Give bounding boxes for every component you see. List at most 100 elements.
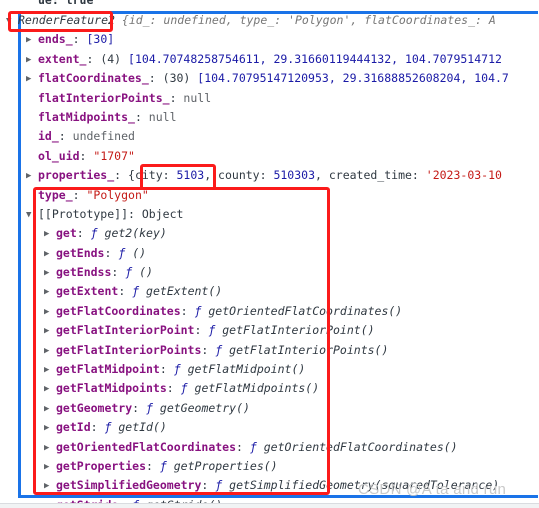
property-separator: :	[90, 420, 105, 435]
disclosure-triangle-icon[interactable]: ▶	[26, 31, 37, 49]
property-value: null	[148, 109, 177, 124]
disclosure-triangle-icon[interactable]: ▶	[44, 361, 55, 379]
disclosure-triangle-placeholder-icon: ▸	[26, 109, 37, 127]
tree-row-ol-uid[interactable]: ▸ol_uid: "1707"	[0, 147, 539, 166]
property-value: [104.70748258754611, 29.31660119444132, …	[128, 51, 502, 66]
method-signature: getFlatInteriorPoints()	[229, 342, 389, 357]
disclosure-triangle-icon[interactable]: ▶	[44, 245, 55, 263]
property-separator: :	[201, 342, 216, 357]
property-value: "Polygon"	[86, 187, 149, 202]
method-name: getId	[56, 420, 91, 435]
disclosure-triangle-icon[interactable]: ▶	[26, 167, 37, 185]
disclosure-triangle-icon[interactable]: ▶	[44, 458, 55, 476]
property-separator: :	[132, 400, 147, 415]
property-name: flatCoordinates_	[38, 71, 149, 86]
root-constructor-name: RenderFeature2	[18, 13, 115, 27]
function-keyword-icon: ƒ	[173, 362, 181, 377]
prototype-value: Object	[141, 206, 184, 221]
disclosure-triangle-icon[interactable]: ▶	[26, 51, 37, 69]
tree-row-type[interactable]: ▸type_: "Polygon"	[0, 186, 539, 205]
devtools-console-object-inspector[interactable]: ue: true ▼ RenderFeature2 {id_: undefined…	[0, 0, 539, 508]
tree-row-method-getflatcoordinates[interactable]: ▶ getFlatCoordinates: ƒ getOrientedFlatCo…	[0, 302, 539, 321]
tree-row-method-getflatinteriorpoint[interactable]: ▶ getFlatInteriorPoint: ƒ getFlatInterior…	[0, 321, 539, 340]
disclosure-triangle-icon[interactable]: ▶	[26, 70, 37, 88]
property-value: undefined	[72, 129, 135, 144]
disclosure-triangle-placeholder-icon: ▸	[26, 90, 37, 108]
disclosure-triangle-icon[interactable]: ▶	[44, 283, 55, 301]
disclosure-triangle-placeholder-icon: ▸	[26, 128, 37, 146]
method-signature: ()	[132, 245, 147, 260]
property-separator: :	[76, 226, 91, 241]
disclosure-triangle-icon[interactable]: ▶	[44, 303, 55, 321]
disclosure-triangle-expanded-icon[interactable]: ▼	[6, 12, 17, 30]
tree-row-id[interactable]: ▸id_: undefined	[0, 127, 539, 146]
property-separator: :	[236, 439, 250, 454]
property-name: id_	[38, 129, 59, 144]
tree-row-method-getflatmidpoints[interactable]: ▶ getFlatMidpoints: ƒ getFlatMidpoints()	[0, 379, 539, 398]
property-name: extent_	[38, 51, 87, 66]
property-name: flatInteriorPoints_	[38, 90, 170, 105]
property-value: [104.70795147120953, 29.31688852608204, …	[197, 71, 509, 86]
property-value: "1707"	[93, 148, 135, 163]
disclosure-triangle-icon[interactable]: ▶	[44, 400, 55, 418]
tree-row-method-getends[interactable]: ▶ getEnds: ƒ ()	[0, 244, 539, 263]
method-name: getGeometry	[56, 400, 133, 415]
tree-row-extent[interactable]: ▶ extent_: (4) [104.70748258754611, 29.31…	[0, 50, 539, 69]
disclosure-triangle-icon[interactable]: ▶	[44, 419, 55, 437]
method-signature: getProperties()	[173, 458, 278, 473]
tree-row-flatinteriorpoints[interactable]: ▸flatInteriorPoints_: null	[0, 89, 539, 108]
method-signature: getGeometry()	[159, 400, 250, 415]
property-separator: :	[86, 51, 101, 66]
method-signature: getOrientedFlatCoordinates()	[208, 303, 403, 318]
tree-row-method-getsimplifiedgeometry[interactable]: ▶ getSimplifiedGeometry: ƒ getSimplifiedG…	[0, 476, 539, 495]
method-signature: getExtent()	[146, 284, 223, 299]
disclosure-triangle-icon[interactable]: ▶	[44, 264, 55, 282]
property-separator: :	[79, 148, 94, 163]
method-signature: getOrientedFlatCoordinates()	[263, 439, 458, 454]
tree-row-flatmidpoints[interactable]: ▸flatMidpoints_: null	[0, 108, 539, 127]
property-name: flatMidpoints_	[38, 109, 135, 124]
tree-row-method-getextent[interactable]: ▶ getExtent: ƒ getExtent()	[0, 282, 539, 301]
tree-row-method-get[interactable]: ▶ get: ƒ get2(key)	[0, 224, 539, 243]
disclosure-triangle-icon[interactable]: ▶	[44, 322, 55, 340]
method-name: get	[56, 226, 77, 241]
method-name: getEnds	[56, 245, 105, 260]
tree-row-method-getgeometry[interactable]: ▶ getGeometry: ƒ getGeometry()	[0, 399, 539, 418]
disclosure-triangle-icon[interactable]: ▶	[44, 225, 55, 243]
method-name: getSimplifiedGeometry	[56, 478, 202, 493]
method-name: getEndss	[56, 265, 112, 280]
disclosure-triangle-expanded-icon[interactable]: ▼	[26, 206, 37, 224]
tree-row-method-getid[interactable]: ▶ getId: ƒ getId()	[0, 418, 539, 437]
object-tree[interactable]: ▼ RenderFeature2 {id_: undefined, type_: …	[0, 11, 539, 508]
property-separator: :	[58, 129, 73, 144]
disclosure-triangle-icon[interactable]: ▶	[44, 342, 55, 360]
tree-row-method-getflatinteriorpoints[interactable]: ▶ getFlatInteriorPoints: ƒ getFlatInterio…	[0, 341, 539, 360]
property-separator: :	[128, 206, 142, 221]
method-signature: get2(key)	[104, 226, 167, 241]
disclosure-triangle-icon[interactable]: ▶	[44, 477, 55, 495]
property-separator: :	[180, 303, 195, 318]
method-signature: getFlatInteriorPoint()	[222, 323, 375, 338]
tree-row-root[interactable]: ▼ RenderFeature2 {id_: undefined, type_: …	[0, 11, 539, 30]
function-keyword-icon: ƒ	[159, 458, 167, 473]
disclosure-triangle-icon[interactable]: ▶	[44, 380, 55, 398]
disclosure-triangle-placeholder-icon: ▸	[26, 187, 37, 205]
property-value: [30]	[86, 32, 115, 47]
tree-row-method-getproperties[interactable]: ▶ getProperties: ƒ getProperties()	[0, 457, 539, 476]
method-name: getOrientedFlatCoordinates	[56, 439, 237, 454]
method-name: getFlatInteriorPoint	[56, 323, 195, 338]
tree-row-method-getendss[interactable]: ▶ getEndss: ƒ ()	[0, 263, 539, 282]
tree-row-prototype[interactable]: ▼ [[Prototype]]: Object	[0, 205, 539, 224]
method-signature: getSimplifiedGeometry(squaredTolerance)	[229, 478, 500, 493]
tree-row-method-getorientedflatcoordinates[interactable]: ▶ getOrientedFlatCoordinates: ƒ getOrient…	[0, 438, 539, 457]
tree-row-ends[interactable]: ▶ ends_: [30]	[0, 30, 539, 49]
root-preview: {id_: undefined, type_: 'Polygon', flatC…	[121, 13, 496, 27]
method-signature: ()	[139, 265, 153, 280]
tree-row-properties[interactable]: ▶ properties_: {city: 5103, county: 51030…	[0, 166, 539, 185]
property-separator: :	[104, 245, 119, 260]
tree-row-method-getflatmidpoint[interactable]: ▶ getFlatMidpoint: ƒ getFlatMidpoint()	[0, 360, 539, 379]
function-keyword-icon: ƒ	[249, 439, 257, 454]
disclosure-triangle-icon[interactable]: ▶	[44, 439, 55, 457]
tree-row-flatcoordinates[interactable]: ▶ flatCoordinates_: (30) [104.70795147120…	[0, 69, 539, 88]
property-separator: :	[72, 32, 87, 47]
